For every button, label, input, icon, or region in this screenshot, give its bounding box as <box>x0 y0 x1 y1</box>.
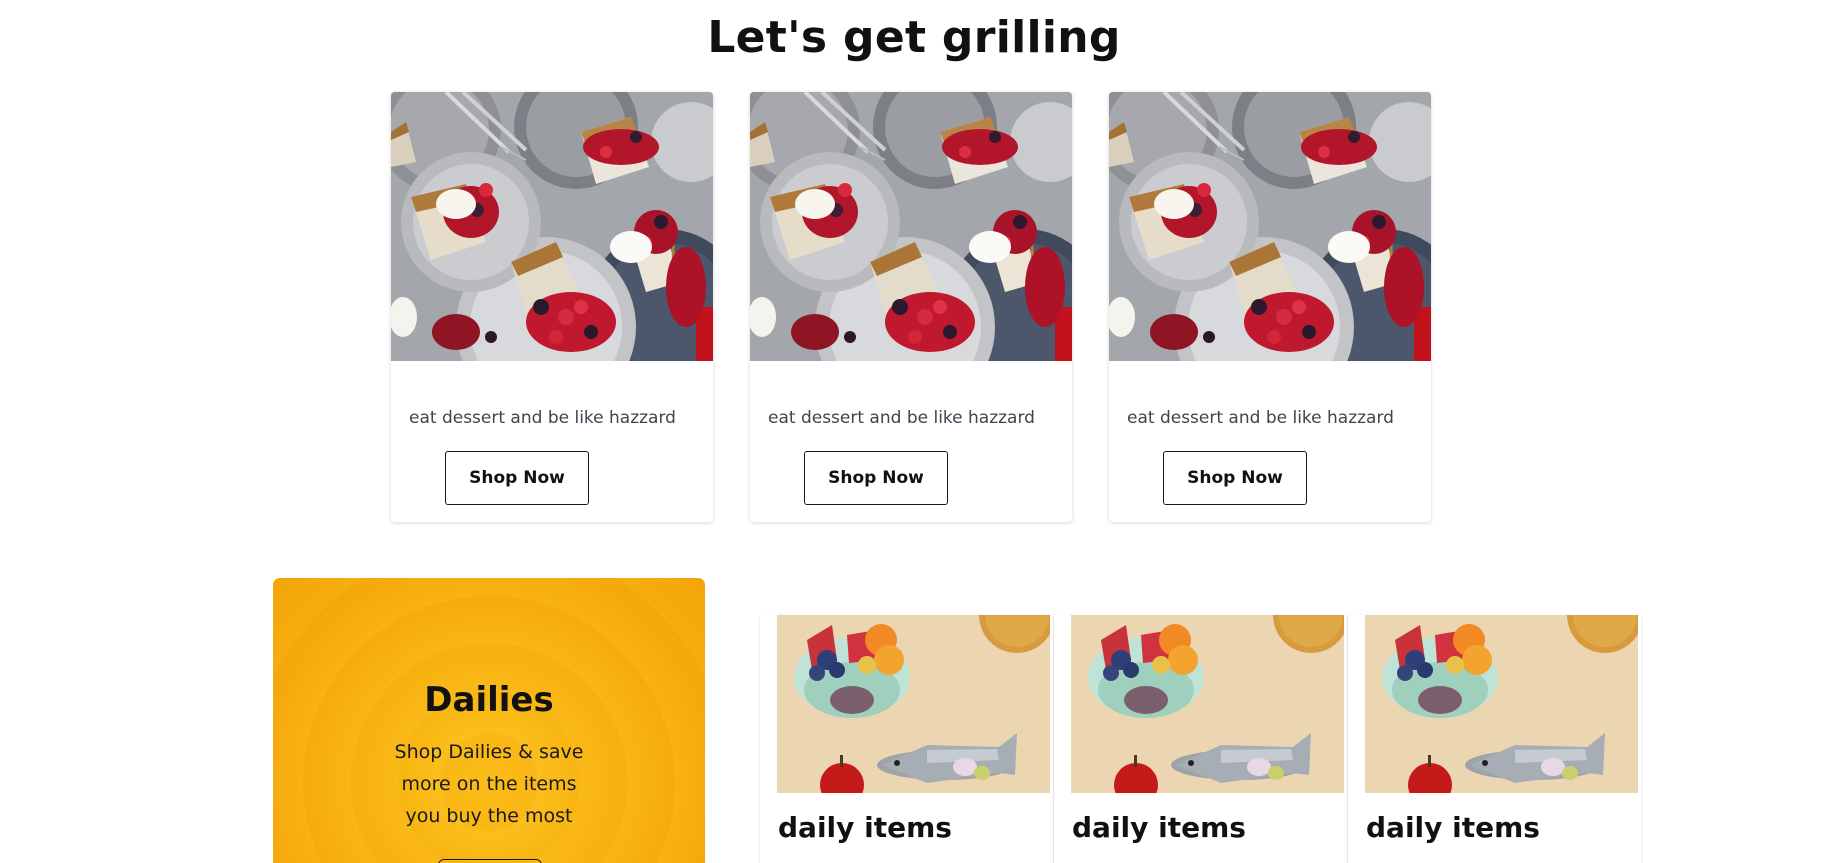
dailies-title: Dailies <box>424 680 554 720</box>
promo-card-row: eat dessert and be like hazzard Shop Now… <box>391 92 1431 522</box>
shop-now-button[interactable]: Shop Now <box>445 451 589 505</box>
daily-item-card[interactable]: daily items <box>760 615 1053 863</box>
dessert-plates-image[interactable] <box>1109 92 1431 361</box>
daily-item-title: daily items <box>778 811 952 844</box>
promo-card[interactable]: eat dessert and be like hazzard Shop Now <box>391 92 713 522</box>
dessert-plates-image[interactable] <box>750 92 1072 361</box>
shop-now-button[interactable]: Shop Now <box>1163 451 1307 505</box>
promo-card-text: eat dessert and be like hazzard <box>409 408 676 428</box>
fruit-fish-groceries-image[interactable] <box>1365 615 1638 793</box>
daily-item-title: daily items <box>1366 811 1540 844</box>
fruit-fish-groceries-image[interactable] <box>1071 615 1344 793</box>
promo-card[interactable]: eat dessert and be like hazzard Shop Now <box>750 92 1072 522</box>
daily-item-card[interactable]: daily items <box>1348 615 1641 863</box>
dailies-description: Shop Dailies & save more on the items yo… <box>394 741 584 827</box>
page: Let's get grilling eat dessert and be li… <box>0 0 1828 863</box>
section-title: Let's get grilling <box>707 12 1121 63</box>
fruit-fish-groceries-image[interactable] <box>777 615 1050 793</box>
dessert-plates-image[interactable] <box>391 92 713 361</box>
daily-item-title: daily items <box>1072 811 1246 844</box>
shop-now-button[interactable]: Shop Now <box>804 451 948 505</box>
dailies-shop-button[interactable] <box>438 859 542 863</box>
daily-items-row: daily items daily items daily items <box>760 615 1642 863</box>
dailies-promo-banner[interactable]: Dailies Shop Dailies & save more on the … <box>273 578 705 863</box>
promo-card-text: eat dessert and be like hazzard <box>1127 408 1394 428</box>
daily-item-card[interactable]: daily items <box>1054 615 1347 863</box>
promo-card-text: eat dessert and be like hazzard <box>768 408 1035 428</box>
promo-card[interactable]: eat dessert and be like hazzard Shop Now <box>1109 92 1431 522</box>
